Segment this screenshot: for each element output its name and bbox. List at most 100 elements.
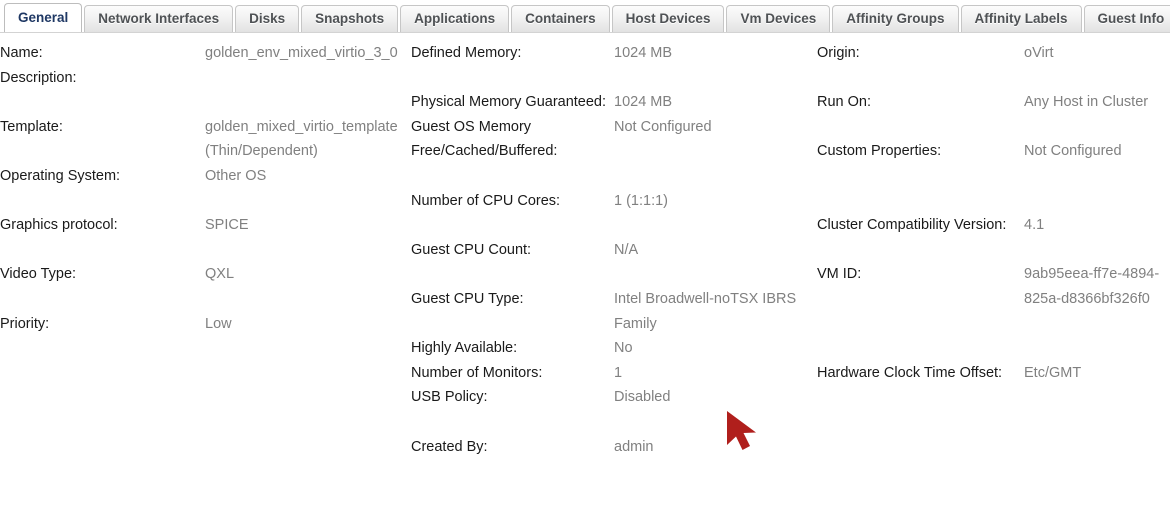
detail-label: Guest OS Memory Free/Cached/Buffered:	[411, 118, 558, 160]
detail-label: Description:	[0, 69, 77, 86]
row-spacer	[817, 164, 1170, 189]
detail-value: No	[614, 340, 633, 357]
detail-label: Guest CPU Type:	[411, 290, 524, 307]
detail-row: Video Type: QXL	[0, 262, 411, 287]
detail-row: Hardware Clock Time Offset: Etc/GMT	[817, 361, 1170, 386]
row-spacer	[817, 115, 1170, 140]
detail-row: Cluster Compatibility Version: 4.1	[817, 213, 1170, 238]
detail-value: QXL	[205, 266, 235, 283]
detail-row: Guest OS Memory Free/Cached/Buffered: Not…	[411, 115, 817, 164]
detail-value: 1	[614, 364, 623, 381]
detail-row: Custom Properties: Not Configured	[817, 139, 1170, 164]
row-spacer	[0, 238, 411, 263]
detail-row: Number of Monitors: 1	[411, 361, 817, 386]
detail-label: Graphics protocol:	[0, 217, 118, 234]
row-spacer	[817, 66, 1170, 91]
detail-label: Custom Properties:	[817, 143, 942, 160]
detail-label: Guest CPU Count:	[411, 241, 532, 258]
detail-row: Defined Memory: 1024 MB	[411, 41, 817, 66]
tab-host-devices[interactable]: Host Devices	[611, 5, 725, 32]
detail-label: Number of Monitors:	[411, 364, 543, 381]
row-spacer	[817, 336, 1170, 361]
detail-row: Physical Memory Guaranteed: 1024 MB	[411, 90, 817, 115]
detail-value: golden_env_mixed_virtio_3_0	[205, 45, 398, 61]
detail-label: Number of CPU Cores:	[411, 192, 561, 209]
row-spacer	[411, 213, 817, 238]
detail-row: Operating System: Other OS	[0, 164, 411, 189]
detail-value: 9ab95eea-ff7e-4894-825a-d8366bf326f0	[1024, 266, 1160, 307]
detail-label: Cluster Compatibility Version:	[817, 217, 1007, 234]
detail-row: Run On: Any Host in Cluster	[817, 90, 1170, 115]
detail-columns: Name: golden_env_mixed_virtio_3_0 Descript…	[0, 41, 1170, 459]
detail-label: USB Policy:	[411, 389, 488, 406]
detail-label: Name:	[0, 45, 43, 61]
detail-row: Number of CPU Cores: 1 (1:1:1)	[411, 189, 817, 214]
detail-label: Defined Memory:	[411, 45, 522, 61]
detail-value: golden_mixed_virtio_template (Thin/Depen…	[205, 118, 398, 160]
detail-row: Name: golden_env_mixed_virtio_3_0	[0, 41, 411, 66]
detail-row: VM ID: 9ab95eea-ff7e-4894-825a-d8366bf326…	[817, 262, 1170, 311]
detail-value: N/A	[614, 241, 639, 258]
detail-label: Physical Memory Guaranteed:	[411, 94, 607, 111]
tab-affinity-labels[interactable]: Affinity Labels	[960, 5, 1082, 32]
detail-row: Highly Available: No	[411, 336, 817, 361]
detail-row: Description:	[0, 66, 411, 91]
detail-value: Disabled	[614, 389, 671, 406]
detail-column-left: Name: golden_env_mixed_virtio_3_0 Descript…	[0, 41, 411, 336]
tab-vm-devices[interactable]: Vm Devices	[726, 5, 831, 32]
detail-label: Created By:	[411, 438, 488, 455]
detail-row: Guest CPU Type: Intel Broadwell-noTSX IBR…	[411, 287, 817, 336]
detail-row: Guest CPU Count: N/A	[411, 238, 817, 263]
detail-value: SPICE	[205, 217, 249, 234]
detail-label: Run On:	[817, 94, 871, 111]
detail-value: Etc/GMT	[1024, 364, 1082, 381]
detail-value: oVirt	[1024, 45, 1054, 61]
row-spacer	[817, 189, 1170, 214]
detail-value: Other OS	[205, 167, 267, 184]
detail-value: 1024 MB	[614, 94, 673, 111]
detail-row: Created By: admin	[411, 435, 817, 460]
detail-column-middle: Defined Memory: 1024 MB Physical Memory Gu…	[411, 41, 817, 459]
tab-containers[interactable]: Containers	[511, 5, 610, 32]
detail-value: 1024 MB	[614, 45, 673, 61]
row-spacer	[411, 262, 817, 287]
detail-row: USB Policy: Disabled	[411, 385, 817, 410]
row-spacer	[817, 312, 1170, 337]
detail-value: Not Configured	[614, 118, 712, 135]
detail-value: 4.1	[1024, 217, 1045, 234]
row-spacer	[0, 90, 411, 115]
row-spacer	[411, 410, 817, 435]
tab-general[interactable]: General	[4, 3, 83, 32]
detail-value: 1 (1:1:1)	[614, 192, 668, 209]
general-tab-panel: Name: golden_env_mixed_virtio_3_0 Descript…	[0, 33, 1170, 459]
detail-value: Any Host in Cluster	[1024, 94, 1149, 111]
tab-snapshots[interactable]: Snapshots	[301, 5, 399, 32]
detail-label: Priority:	[0, 315, 50, 332]
detail-label: Video Type:	[0, 266, 77, 283]
row-spacer	[817, 238, 1170, 263]
detail-row: Priority: Low	[0, 312, 411, 337]
detail-column-right: Origin: oVirt Run On: Any Host in Cluster Cu…	[817, 41, 1170, 385]
row-spacer	[411, 164, 817, 189]
detail-value: Not Configured	[1024, 143, 1122, 160]
detail-row: Origin: oVirt	[817, 41, 1170, 66]
tab-applications[interactable]: Applications	[400, 5, 510, 32]
detail-value: Low	[205, 315, 232, 332]
detail-row: Graphics protocol: SPICE	[0, 213, 411, 238]
detail-label: Template:	[0, 118, 63, 135]
row-spacer	[0, 189, 411, 214]
detail-label: Hardware Clock Time Offset:	[817, 364, 1003, 381]
detail-label: VM ID:	[817, 266, 862, 283]
detail-label: Operating System:	[0, 167, 121, 184]
detail-value: Intel Broadwell-noTSX IBRS Family	[614, 290, 797, 332]
tab-bar: General Network Interfaces Disks Snapshots A…	[0, 0, 1170, 33]
tab-disks[interactable]: Disks	[235, 5, 300, 32]
row-spacer	[0, 287, 411, 312]
detail-value: admin	[614, 438, 654, 455]
tab-affinity-groups[interactable]: Affinity Groups	[832, 5, 959, 32]
tab-network-interfaces[interactable]: Network Interfaces	[84, 5, 234, 32]
tab-guest-info[interactable]: Guest Info	[1083, 5, 1170, 32]
row-spacer	[411, 66, 817, 91]
detail-label: Origin:	[817, 45, 860, 61]
detail-row: Template: golden_mixed_virtio_template (T…	[0, 115, 411, 164]
